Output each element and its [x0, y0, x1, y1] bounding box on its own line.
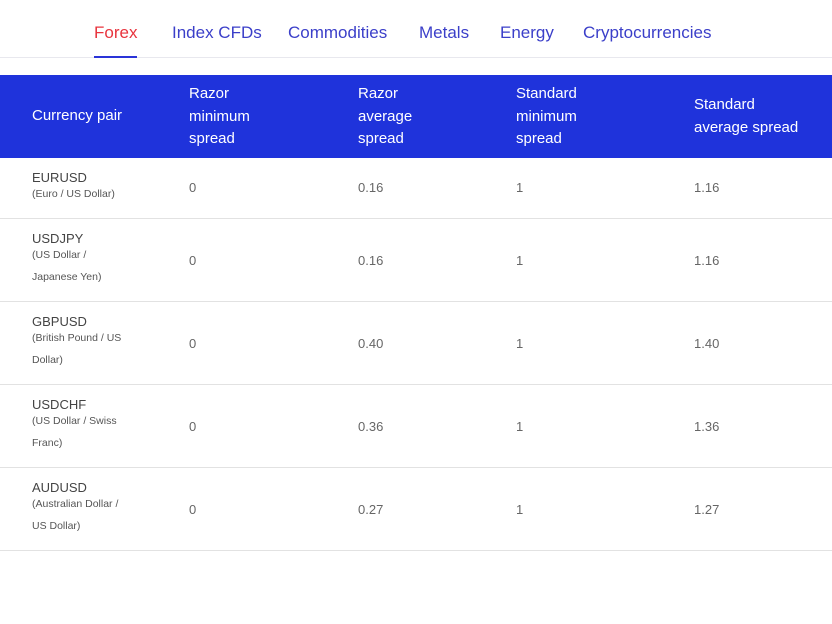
table-row: AUDUSD (Australian Dollar / US Dollar) 0… — [0, 468, 832, 551]
razor-avg-value: 0.27 — [358, 502, 384, 517]
razor-avg-value: 0.36 — [358, 419, 384, 434]
tab-metals[interactable]: Metals — [419, 22, 469, 44]
standard-avg-value: 1.16 — [694, 180, 720, 195]
standard-avg-value: 1.40 — [694, 336, 720, 351]
table-row: GBPUSD (British Pound / US Dollar) 0 0.4… — [0, 302, 832, 385]
table-row: EURUSD (Euro / US Dollar) 0 0.16 1 1.16 — [0, 158, 832, 219]
category-tabs: Forex Index CFDs Commodities Metals Ener… — [0, 0, 832, 58]
pair-name: (Euro / US Dollar) — [32, 188, 115, 200]
razor-min-value: 0 — [189, 502, 197, 517]
razor-avg-value: 0.16 — [358, 180, 384, 195]
standard-min-value: 1 — [516, 336, 524, 351]
razor-min-value: 0 — [189, 180, 197, 195]
tab-index-cfds[interactable]: Index CFDs — [172, 22, 262, 44]
standard-min-value: 1 — [516, 180, 524, 195]
standard-avg-value: 1.27 — [694, 502, 720, 517]
tab-forex[interactable]: Forex — [94, 22, 138, 58]
table-row: USDJPY (US Dollar / Japanese Yen) 0 0.16… — [0, 219, 832, 302]
standard-avg-value: 1.36 — [694, 419, 720, 434]
header-razor-min-spread: Razor minimum spread — [189, 85, 250, 147]
header-standard-min-spread: Standard minimum spread — [516, 85, 577, 147]
tab-commodities[interactable]: Commodities — [288, 22, 387, 44]
table-row: USDCHF (US Dollar / Swiss Franc) 0 0.36 … — [0, 385, 832, 468]
razor-min-value: 0 — [189, 419, 197, 434]
pair-name: (British Pound / US Dollar) — [32, 332, 122, 366]
pair-name: (US Dollar / Swiss Franc) — [32, 415, 117, 449]
header-razor-avg-spread: Razor average spread — [358, 85, 413, 147]
razor-min-value: 0 — [189, 253, 197, 268]
header-currency-pair: Currency pair — [32, 107, 123, 124]
tab-energy[interactable]: Energy — [500, 22, 554, 44]
spread-table: Currency pair Razor minimum spread Razor… — [0, 75, 832, 551]
razor-min-value: 0 — [189, 336, 197, 351]
tab-cryptocurrencies[interactable]: Cryptocurrencies — [583, 22, 712, 44]
header-standard-avg-spread: Standard average spread — [694, 96, 799, 136]
table-header: Currency pair Razor minimum spread Razor… — [0, 75, 832, 158]
pair-name: (US Dollar / Japanese Yen) — [32, 249, 102, 283]
pair-name: (Australian Dollar / US Dollar) — [32, 498, 119, 532]
standard-avg-value: 1.16 — [694, 253, 720, 268]
razor-avg-value: 0.16 — [358, 253, 384, 268]
standard-min-value: 1 — [516, 502, 524, 517]
razor-avg-value: 0.40 — [358, 336, 384, 351]
standard-min-value: 1 — [516, 253, 524, 268]
standard-min-value: 1 — [516, 419, 524, 434]
